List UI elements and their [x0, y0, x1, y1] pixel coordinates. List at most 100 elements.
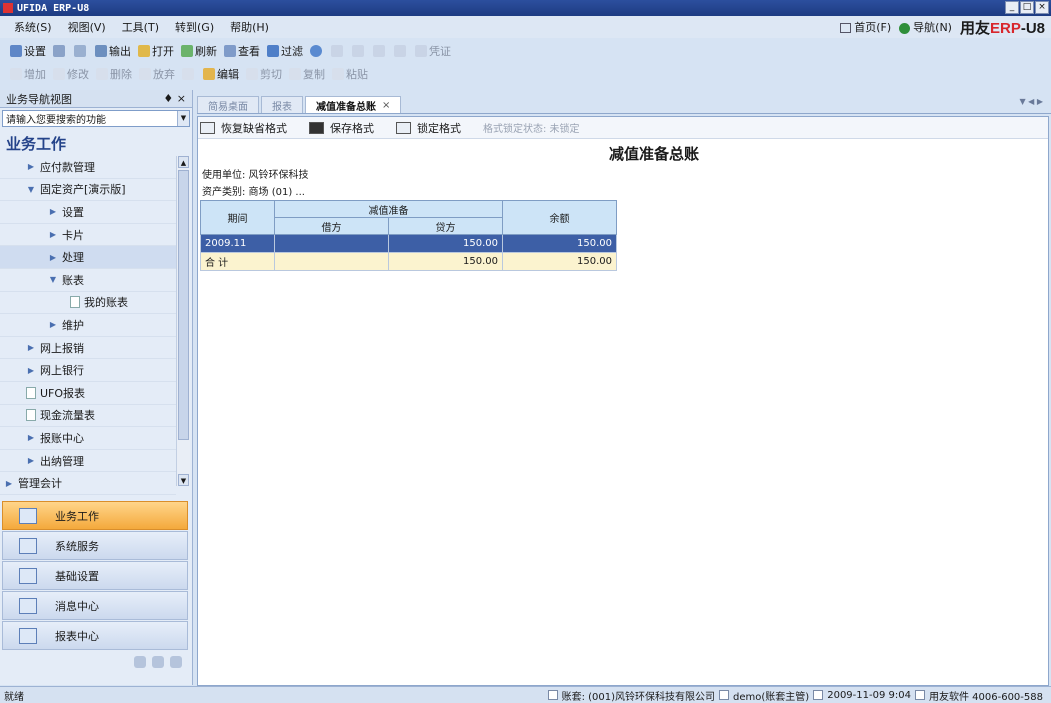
first-button[interactable]	[331, 45, 345, 57]
scroll-up-icon[interactable]: ▲	[178, 156, 189, 168]
save-button[interactable]	[182, 68, 196, 80]
collapsed-arrow-icon[interactable]: ▶	[48, 253, 58, 262]
scroll-down-icon[interactable]: ▼	[178, 474, 189, 486]
menu-help[interactable]: 帮助(H)	[230, 19, 269, 35]
home-link[interactable]: 首页(F)	[840, 19, 891, 35]
tab-close-icon[interactable]: ×	[382, 100, 390, 111]
copy-button[interactable]: 复制	[289, 66, 325, 82]
filter-button[interactable]: 过滤	[267, 43, 303, 59]
dropdown-arrow-icon[interactable]: ▼	[177, 111, 189, 126]
save-format-button[interactable]: 保存格式	[309, 120, 374, 136]
minimize-button[interactable]: _	[1005, 1, 1019, 14]
print-button[interactable]	[53, 45, 67, 57]
settings-button[interactable]: 设置	[10, 43, 46, 59]
col-balance-header[interactable]: 余额	[502, 200, 617, 235]
collapsed-arrow-icon[interactable]: ▶	[48, 230, 58, 239]
total-row[interactable]: 合 计 150.00 150.00	[200, 252, 617, 271]
menu-view[interactable]: 视图(V)	[68, 19, 106, 35]
close-button[interactable]: ×	[1035, 1, 1049, 14]
tab-reports[interactable]: 报表	[261, 96, 303, 113]
nav-report-center[interactable]: 报表中心	[2, 621, 188, 650]
tree-scrollbar[interactable]: ▲ ▼	[176, 156, 190, 486]
expanded-arrow-icon[interactable]: ▼	[48, 275, 58, 284]
tab-scroll-arrows[interactable]: ▼ ◀ ▶	[1019, 97, 1043, 106]
paste-button[interactable]: 粘贴	[332, 66, 368, 82]
tree-item[interactable]: UFO报表	[0, 382, 176, 405]
tree-item[interactable]: ▶ 出纳管理	[0, 450, 176, 473]
preview-button[interactable]	[74, 45, 88, 57]
cell-total-balance[interactable]: 150.00	[502, 252, 617, 271]
col-debit-header[interactable]: 借方	[274, 217, 389, 235]
cell-total-credit[interactable]: 150.00	[388, 252, 503, 271]
modify-button[interactable]: 修改	[53, 66, 89, 82]
message-center-icon	[19, 597, 37, 614]
nav-more-icon[interactable]	[170, 656, 182, 668]
collapsed-arrow-icon[interactable]: ▶	[48, 207, 58, 216]
tree-item[interactable]: ▶ 网上银行	[0, 359, 176, 382]
tree-item[interactable]: ▶ 管理会计	[0, 472, 176, 495]
discard-button[interactable]: 放弃	[139, 66, 175, 82]
cell-period[interactable]: 2009.11	[200, 234, 275, 253]
cell-credit[interactable]: 150.00	[388, 234, 503, 253]
nav-options-icon[interactable]	[134, 656, 146, 668]
lock-format-button[interactable]: 锁定格式	[396, 120, 461, 136]
open-button[interactable]: 打开	[138, 43, 174, 59]
collapsed-arrow-icon[interactable]: ▶	[26, 162, 36, 171]
prev-button[interactable]	[352, 45, 366, 57]
delete-button[interactable]: 删除	[96, 66, 132, 82]
tree-item[interactable]: ▶ 卡片	[0, 224, 176, 247]
edit-mode-button[interactable]: 编辑	[203, 66, 239, 82]
scroll-thumb[interactable]	[178, 170, 189, 440]
tab-impairment-ledger[interactable]: 减值准备总账 ×	[305, 96, 402, 113]
last-button[interactable]	[394, 45, 408, 57]
tree-item[interactable]: ▶ 报账中心	[0, 427, 176, 450]
collapsed-arrow-icon[interactable]: ▶	[26, 366, 36, 375]
col-period-header[interactable]: 期间	[200, 200, 275, 235]
pin-close-icon[interactable]: ♦ ×	[163, 92, 186, 105]
tree-item[interactable]: 我的账表	[0, 292, 176, 315]
nav-layout-icon[interactable]	[152, 656, 164, 668]
nav-message-center[interactable]: 消息中心	[2, 591, 188, 620]
cell-balance[interactable]: 150.00	[502, 234, 617, 253]
nav-system-service[interactable]: 系统服务	[2, 531, 188, 560]
cell-total-debit[interactable]	[274, 252, 389, 271]
nav-business-work[interactable]: 业务工作	[2, 501, 188, 530]
view-button[interactable]: 查看	[224, 43, 260, 59]
collapsed-arrow-icon[interactable]: ▶	[26, 343, 36, 352]
next-button[interactable]	[373, 45, 387, 57]
tree-item[interactable]: 现金流量表	[0, 405, 176, 428]
collapsed-arrow-icon[interactable]: ▶	[26, 456, 36, 465]
nav-link[interactable]: 导航(N)	[899, 19, 952, 35]
function-search-input[interactable]: 请输入您要搜索的功能 ▼	[2, 110, 190, 127]
menu-goto[interactable]: 转到(G)	[175, 19, 214, 35]
tab-simple-desktop[interactable]: 简易桌面	[197, 96, 259, 113]
table-row[interactable]: 2009.11 150.00 150.00	[200, 234, 617, 253]
tree-item[interactable]: ▼ 账表	[0, 269, 176, 292]
brand-logo: 用友ERP-U8	[959, 19, 1045, 37]
add-button[interactable]: 增加	[10, 66, 46, 82]
collapsed-arrow-icon[interactable]: ▶	[48, 320, 58, 329]
collapsed-arrow-icon[interactable]: ▶	[4, 479, 14, 488]
tree-item[interactable]: ▶ 应付款管理	[0, 156, 176, 179]
maximize-button[interactable]: □	[1020, 1, 1034, 14]
refresh-button[interactable]: 刷新	[181, 43, 217, 59]
tree-item[interactable]: ▼ 固定资产[演示版]	[0, 179, 176, 202]
menu-tools[interactable]: 工具(T)	[122, 19, 159, 35]
cut-button[interactable]: 剪切	[246, 66, 282, 82]
cell-total-label[interactable]: 合 计	[200, 252, 275, 271]
menu-system[interactable]: 系统(S)	[14, 19, 52, 35]
voucher-button[interactable]: 凭证	[415, 43, 451, 59]
restore-default-format-button[interactable]: 恢复缺省格式	[200, 120, 287, 136]
nav-basic-settings[interactable]: 基础设置	[2, 561, 188, 590]
tree-item[interactable]: ▶ 维护	[0, 314, 176, 337]
collapsed-arrow-icon[interactable]: ▶	[26, 433, 36, 442]
section-title: 业务工作	[6, 135, 67, 153]
export-button[interactable]: 输出	[95, 43, 131, 59]
expanded-arrow-icon[interactable]: ▼	[26, 185, 36, 194]
col-credit-header[interactable]: 贷方	[388, 217, 503, 235]
tree-item[interactable]: ▶ 处理	[0, 246, 176, 269]
cell-debit[interactable]	[274, 234, 389, 253]
tree-item[interactable]: ▶ 设置	[0, 201, 176, 224]
tree-item[interactable]: ▶ 网上报销	[0, 337, 176, 360]
locate-button[interactable]	[310, 45, 324, 57]
